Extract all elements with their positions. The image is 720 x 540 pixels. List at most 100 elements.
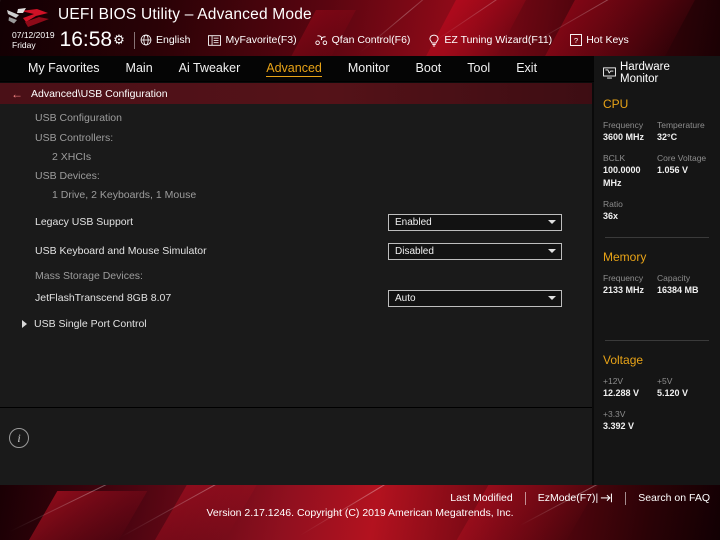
globe-icon (140, 34, 152, 46)
submenu-label: USB Single Port Control (34, 318, 147, 330)
hw-key: +5V (657, 376, 673, 386)
hw-cell: BCLK 100.0000 MHz (603, 152, 657, 190)
hw-value: 1.056 V (657, 165, 689, 175)
hw-key: Frequency (603, 273, 644, 283)
jetflash-device-dropdown[interactable]: Auto (388, 289, 562, 307)
tab-ai-tweaker[interactable]: Ai Tweaker (179, 61, 241, 76)
hw-cell: Frequency 3600 MHz (603, 119, 657, 144)
breadcrumb[interactable]: ← Advanced\USB Configuration (0, 83, 592, 104)
hw-value: 2133 MHz (603, 285, 645, 295)
hw-key: Ratio (603, 199, 623, 209)
chevron-down-icon (548, 220, 556, 224)
info-line-usb-controllers: USB Controllers: (35, 132, 114, 144)
tab-tool[interactable]: Tool (467, 61, 490, 76)
footer-divider (625, 491, 627, 505)
hardware-monitor-title: Hardware Monitor (603, 56, 711, 85)
header-item-label: Qfan Control(F6) (331, 34, 411, 46)
header-divider (133, 31, 135, 49)
list-icon (208, 34, 222, 46)
search-on-faq-button[interactable]: Search on FAQ (638, 492, 710, 504)
hw-row: +3.3V 3.392 V (603, 408, 711, 433)
hw-value: 5.120 V (657, 388, 689, 398)
date-text: 07/12/2019 (12, 30, 55, 40)
breadcrumb-path: Advanced\USB Configuration (31, 87, 168, 100)
back-arrow-icon[interactable]: ← (11, 88, 23, 100)
version-text: Version 2.17.1246. Copyright (C) 2019 Am… (206, 507, 514, 519)
help-area: i (0, 408, 592, 485)
info-line-usb-configuration: USB Configuration (35, 112, 122, 124)
device-label: JetFlashTranscend 8GB 8.07 (35, 292, 172, 304)
gear-icon[interactable]: ⚙ (113, 33, 125, 47)
submenu-usb-single-port-control[interactable]: USB Single Port Control (22, 318, 147, 330)
expand-arrow-icon (22, 320, 27, 328)
hw-cell: +3.3V 3.392 V (603, 408, 657, 433)
weekday-text: Friday (12, 40, 36, 50)
hardware-monitor-label: Hardware Monitor (620, 61, 670, 85)
lightbulb-icon (428, 34, 440, 47)
fan-icon (315, 34, 328, 46)
setting-row-legacy-usb-support[interactable]: Legacy USB Support Enabled (0, 209, 592, 235)
hardware-monitor-sidebar: Hardware Monitor CPU Frequency 3600 MHz … (594, 56, 720, 485)
hw-cell: Temperature 32°C (657, 119, 711, 144)
hw-key: Core Voltage (657, 153, 707, 163)
info-icon[interactable]: i (9, 428, 29, 448)
hw-section-voltage-title: Voltage (603, 353, 644, 367)
setting-row-jetflash-device[interactable]: JetFlashTranscend 8GB 8.07 Auto (0, 285, 592, 311)
hw-value: 12.288 V (603, 388, 640, 398)
exit-arrow-icon (600, 492, 613, 504)
usb-keyboard-mouse-simulator-dropdown[interactable]: Disabled (388, 242, 562, 260)
legacy-usb-support-dropdown[interactable]: Enabled (388, 213, 562, 231)
question-box-icon: ? (570, 34, 583, 46)
hw-cell: Frequency 2133 MHz (603, 272, 657, 297)
header-item-label: English (156, 34, 191, 46)
chevron-down-icon (548, 296, 556, 300)
hw-key: BCLK (603, 153, 626, 163)
app-header: UEFI BIOS Utility – Advanced Mode 07/12/… (0, 0, 720, 56)
hw-key: +12V (603, 376, 624, 386)
hw-value: 100.0000 MHz (603, 165, 641, 188)
tab-advanced[interactable]: Advanced (266, 61, 322, 77)
header-item-myfavorite[interactable]: MyFavorite(F3) (208, 34, 297, 46)
settings-list: USB Configuration USB Controllers: 2 XHC… (0, 104, 592, 407)
hw-cell: +12V 12.288 V (603, 375, 657, 400)
tab-boot[interactable]: Boot (416, 61, 442, 76)
app-footer: Last Modified EzMode(F7)| Search on FAQ … (0, 485, 720, 540)
ez-mode-label: EzMode(F7)| (537, 492, 599, 504)
hw-key: Temperature (657, 120, 705, 130)
hw-row: Frequency 2133 MHz Capacity 16384 MB (603, 272, 711, 297)
tab-monitor[interactable]: Monitor (348, 61, 390, 76)
hw-divider (605, 340, 709, 341)
header-item-language[interactable]: English (140, 34, 190, 46)
hw-key: Capacity (657, 273, 691, 283)
hw-row: BCLK 100.0000 MHz Core Voltage 1.056 V (603, 152, 711, 190)
monitor-icon (603, 67, 616, 79)
app-title: UEFI BIOS Utility – Advanced Mode (58, 6, 312, 23)
time-text: 16:58 (59, 28, 113, 51)
hw-divider (605, 237, 709, 238)
tab-my-favorites[interactable]: My Favorites (28, 61, 100, 76)
setting-label: Legacy USB Support (35, 216, 134, 228)
hw-row: Ratio 36x (603, 198, 711, 223)
hw-value: 32°C (657, 132, 678, 142)
header-item-ez-tuning-wizard[interactable]: EZ Tuning Wizard(F11) (428, 34, 552, 47)
hw-value: 3600 MHz (603, 132, 645, 142)
tab-main[interactable]: Main (126, 61, 153, 76)
hw-section-cpu-title: CPU (603, 97, 629, 111)
tab-exit[interactable]: Exit (516, 61, 537, 76)
ez-mode-button[interactable]: EzMode(F7)| (538, 492, 614, 504)
hw-row: +12V 12.288 V +5V 5.120 V (603, 375, 711, 400)
dropdown-value: Enabled (395, 216, 432, 228)
header-item-hot-keys[interactable]: ? Hot Keys (570, 34, 629, 46)
header-item-label: MyFavorite(F3) (225, 34, 297, 46)
last-modified-button[interactable]: Last Modified (450, 492, 512, 504)
footer-divider (524, 491, 526, 505)
hw-cell: Ratio 36x (603, 198, 657, 223)
setting-row-usb-keyboard-mouse-simulator[interactable]: USB Keyboard and Mouse Simulator Disable… (0, 238, 592, 264)
hw-value: 3.392 V (603, 421, 635, 431)
dropdown-value: Auto (395, 292, 416, 304)
hw-section-memory-title: Memory (603, 250, 647, 264)
date-block: 07/12/2019 Friday (12, 30, 55, 50)
header-actions: English MyFavorite(F3) Qfan Control(F6) (140, 29, 647, 51)
svg-text:?: ? (574, 36, 578, 45)
header-item-qfan[interactable]: Qfan Control(F6) (315, 34, 411, 46)
